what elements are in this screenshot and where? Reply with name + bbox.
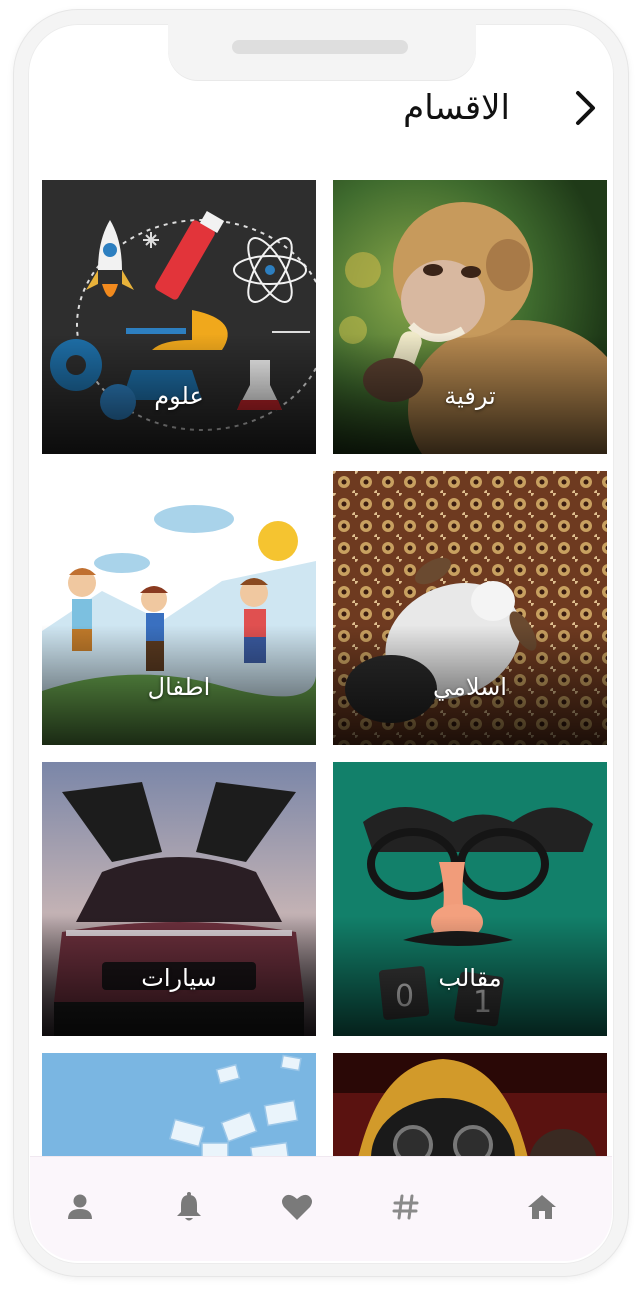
bell-icon (177, 1192, 201, 1221)
category-tile-kids[interactable]: اطفال (42, 471, 316, 745)
category-tile-pranks[interactable]: 0 1 مقالب (333, 762, 607, 1036)
category-tile-islamic[interactable]: اسلامي (333, 471, 607, 745)
phone-speaker (232, 40, 408, 54)
hashtag-icon (392, 1194, 419, 1220)
category-label: اطفال (147, 673, 211, 701)
gas-mask-image (333, 1053, 607, 1156)
page-title: الاقسام (403, 88, 510, 128)
user-icon (68, 1194, 92, 1219)
home-icon (528, 1195, 556, 1219)
category-label: اسلامي (433, 673, 507, 701)
category-tile-science[interactable]: علوم (42, 180, 316, 454)
category-tile-cars[interactable]: سيارات (42, 762, 316, 1036)
category-tile-horror[interactable] (333, 1053, 607, 1156)
category-label: مقالب (438, 964, 502, 992)
envelopes-image (42, 1053, 316, 1156)
heart-icon (282, 1194, 312, 1220)
back-button[interactable] (566, 88, 606, 128)
category-label: ترفية (444, 382, 496, 410)
bottom-nav (30, 1156, 612, 1261)
chevron-right-icon (576, 91, 595, 125)
nav-home[interactable] (520, 1185, 564, 1229)
nav-notifications[interactable] (167, 1185, 211, 1229)
category-tile-messages[interactable] (42, 1053, 316, 1156)
category-label: علوم (154, 382, 204, 410)
nav-profile[interactable] (58, 1185, 102, 1229)
category-label: سيارات (141, 964, 217, 992)
category-tile-entertainment[interactable]: ترفية (333, 180, 607, 454)
nav-hashtag[interactable] (384, 1185, 428, 1229)
nav-favorites[interactable] (275, 1185, 319, 1229)
